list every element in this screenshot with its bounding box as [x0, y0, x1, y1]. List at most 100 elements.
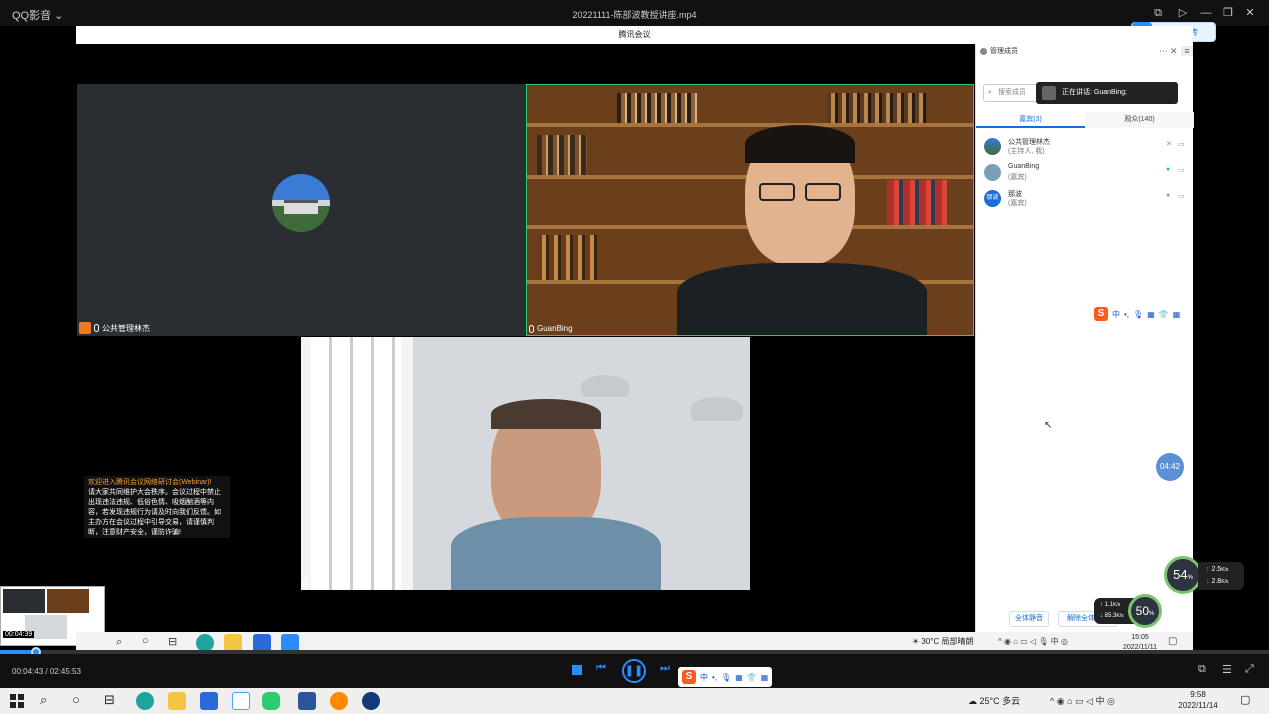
mic-muted-icon[interactable]: ✕ — [1166, 140, 1172, 148]
pause-button[interactable]: ❚❚ — [622, 659, 646, 683]
shelf — [527, 123, 973, 127]
edge-icon[interactable] — [136, 692, 154, 710]
tab-audience[interactable]: 观众(140) — [1085, 112, 1194, 128]
search-icon: ⌕ — [988, 89, 992, 96]
camera-icon[interactable]: ▭ — [1178, 192, 1185, 200]
meeting-timer[interactable]: 04:42 — [1156, 453, 1184, 481]
inner-tray-icons: ^ ◉ ⌂ ▭ ◁ 🎙 中 ◎ — [998, 637, 1068, 646]
members-icon — [980, 48, 987, 55]
chat-notice-body: 请大家共同维护大会秩序。会议过程中禁止出现违法违规、低俗色情、吸烟酗酒等内容，若… — [88, 489, 221, 536]
more-icon[interactable]: ⋯ — [1159, 46, 1168, 57]
qqplayer-icon[interactable] — [362, 692, 380, 710]
maximize-button[interactable]: ❐ — [1220, 5, 1236, 21]
chat-notice: 欢迎进入腾讯会议网络研讨会(Webinar)! 请大家共同维护大会秩序。会议过程… — [84, 476, 230, 538]
chat-notice-title: 欢迎进入腾讯会议网络研讨会(Webinar)! — [88, 479, 212, 486]
tile-label-nabo: 那波 — [303, 577, 327, 588]
mute-all-button[interactable]: 全体静音 — [1009, 611, 1049, 627]
books — [537, 135, 587, 175]
search-app-icon[interactable] — [330, 692, 348, 710]
inner-weather: ☀ 30°C 局部晴朗 — [912, 637, 974, 646]
weather-widget[interactable]: ☁ 25°C 多云 — [968, 694, 1020, 707]
mic-icon — [529, 324, 534, 333]
avatar — [984, 138, 1001, 155]
widgets-icon[interactable]: ⊟ — [104, 692, 115, 708]
members-panel: 管理成员 ⋯ ✕ ≡ ⌕ 搜索成员 正在讲话: GuanBing; 嘉宾(3) … — [975, 44, 1194, 632]
camera-off-icon[interactable]: ▭ — [1178, 140, 1185, 148]
task-view-icon[interactable]: ○ — [72, 692, 80, 707]
member-row[interactable]: 那波 那波 (嘉宾) ● ▭ — [984, 188, 1185, 212]
memory-gauge-small[interactable]: 50% — [1128, 594, 1162, 628]
settings-icon[interactable]: ☰ — [1222, 663, 1232, 676]
host-avatar — [272, 174, 330, 232]
video-tile-host[interactable]: 公共管理林杰 — [77, 84, 526, 336]
books — [617, 93, 697, 123]
sogou-icon: S — [682, 670, 696, 684]
windows-taskbar: ⌕ ○ ⊟ ☁ 25°C 多云 ^ ◉ ⌂ ▭ ◁ 中 ◎ 9:58 2022/… — [0, 688, 1269, 714]
previous-button[interactable]: ⏮ — [596, 662, 606, 675]
speaking-indicator: 正在讲话: GuanBing; — [1036, 82, 1178, 104]
mouse-cursor-icon: ↖ — [1044, 420, 1053, 431]
tab-guests[interactable]: 嘉宾(3) — [976, 112, 1085, 128]
time-readout: 00:04:43 / 02:45:53 — [12, 667, 81, 676]
widgets-icon: ⊟ — [168, 636, 178, 648]
search-icon[interactable]: ⌕ — [40, 692, 47, 708]
books — [537, 235, 597, 280]
word-icon[interactable] — [298, 692, 316, 710]
next-button[interactable]: ⏭ — [660, 662, 670, 675]
person-face — [745, 125, 855, 265]
books — [827, 93, 927, 123]
preview-time: 00:04:39 — [3, 631, 35, 638]
panel-menu-icon[interactable]: ≡ — [1181, 46, 1193, 56]
lamp — [581, 375, 629, 397]
sogou-icon: S — [1094, 307, 1108, 321]
screenshot-icon[interactable]: ⧉ — [1198, 663, 1206, 676]
mic-icon[interactable]: ● — [1166, 192, 1170, 199]
close-button[interactable]: ✕ — [1242, 5, 1258, 21]
player-title-bar: QQ影音 ⌄ 20221111-陈部波教授讲座.mp4 ⧉ ▷ — ❐ ✕ — [0, 0, 1269, 26]
ime-toolbar[interactable]: S 中 •, 🎙 ▦ 👕 ▦ — [678, 667, 773, 687]
memory-gauge[interactable]: 54% — [1164, 556, 1202, 594]
speaker-avatar — [1042, 86, 1056, 100]
player-controls: 00:04:43 / 02:45:53 ⏮ ❚❚ ⏭ S 中 •, 🎙 ▦ 👕 ▦ ⧉ ☰… — [0, 654, 1269, 688]
meeting-window: 腾讯会议 公共管理林杰 GuanBing 那波 管理成员 ⋯ ✕ ≡ ⌕ 搜索成… — [76, 26, 1194, 632]
video-tile-nabo[interactable]: 那波 — [301, 337, 750, 590]
file-explorer-icon[interactable] — [168, 692, 186, 710]
person-shirt — [451, 517, 661, 590]
search-icon: ⌕ — [116, 636, 123, 648]
member-row[interactable]: GuanBing (嘉宾) ● ▭ — [984, 162, 1185, 186]
baidu-cloud-icon[interactable] — [232, 692, 250, 710]
books — [887, 180, 947, 225]
network-speed: ↑ 2.5K/s ↓ 2.8K/s — [1198, 562, 1244, 590]
task-view-icon: ○ — [142, 635, 149, 647]
app-icon[interactable] — [200, 692, 218, 710]
stop-button[interactable] — [572, 665, 582, 675]
video-tile-guanbing[interactable]: GuanBing — [526, 84, 974, 336]
wechat-icon[interactable] — [262, 692, 280, 710]
start-button[interactable] — [10, 694, 24, 708]
panel-close-icon[interactable]: ✕ — [1170, 46, 1178, 57]
mic-icon — [94, 324, 99, 332]
meeting-header: 腾讯会议 — [76, 26, 1193, 44]
tile-label-guanbing: GuanBing — [529, 324, 573, 333]
mic-icon — [303, 578, 308, 587]
person-shirt — [677, 263, 927, 335]
file-title: 20221111-陈部波教授讲座.mp4 — [572, 10, 697, 20]
lamp — [691, 397, 743, 421]
minimize-button[interactable]: — — [1198, 5, 1214, 21]
tray-icons[interactable]: ^ ◉ ⌂ ▭ ◁ 中 ◎ — [1050, 694, 1115, 707]
window-frame — [311, 337, 401, 590]
avatar: 那波 — [984, 190, 1001, 207]
member-row[interactable]: 公共管理林杰 (主持人, 我) ✕ ▭ — [984, 136, 1185, 160]
tile-label-host: 公共管理林杰 — [79, 322, 150, 334]
system-clock[interactable]: 9:58 2022/11/14 — [1170, 689, 1226, 711]
notification-icon[interactable]: ▢ — [1240, 693, 1250, 706]
fullscreen-icon[interactable]: ⤢ — [1245, 663, 1254, 676]
avatar — [984, 164, 1001, 181]
host-badge-icon — [79, 322, 91, 334]
ime-toolbar[interactable]: S 中 •, 🎙 ▦ 👕 ▦ — [1090, 306, 1185, 322]
mic-on-icon[interactable]: ● — [1166, 166, 1170, 173]
camera-icon[interactable]: ▭ — [1178, 166, 1185, 174]
notification-icon: ▢ — [1168, 636, 1178, 647]
cast-icon[interactable]: ▷ — [1175, 5, 1191, 21]
screenshot-icon[interactable]: ⧉ — [1150, 5, 1166, 21]
